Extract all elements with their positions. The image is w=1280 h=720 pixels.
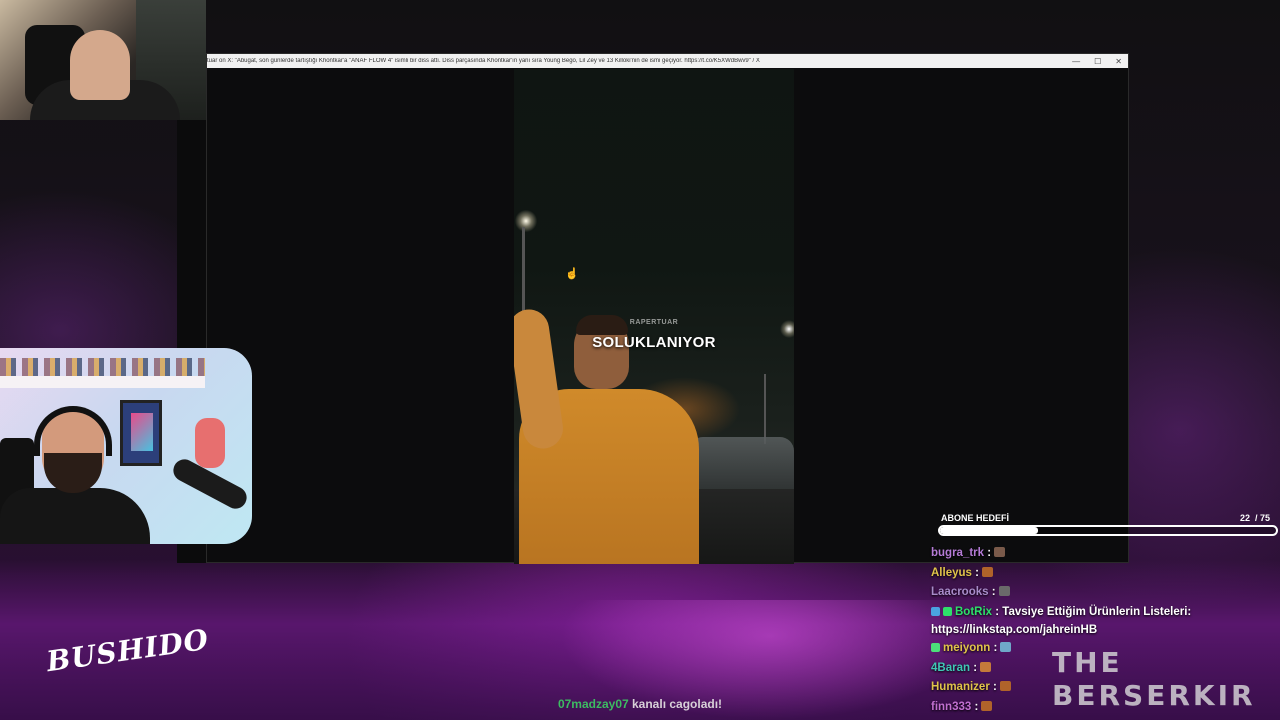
video-watermark: RAPERTUAR <box>629 319 679 326</box>
streamer-beard <box>44 453 102 493</box>
chat-link[interactable]: https://linkstap.com/jahreinHB <box>931 622 1231 639</box>
headset-icon <box>34 406 112 456</box>
notification-text: kanalı cagoladı! <box>628 697 723 711</box>
goal-header: ABONE HEDEFİ 22 / 75 <box>938 513 1278 523</box>
chat-separator: : <box>971 566 979 579</box>
chat-emote-icon <box>980 661 992 672</box>
streetlight-pole <box>522 227 525 317</box>
parked-cars <box>689 437 794 497</box>
chat-username[interactable]: bugra_trk <box>931 547 984 559</box>
hand-cursor-icon: ☝ <box>565 268 579 280</box>
subscriber-goal: ABONE HEDEFİ 22 / 75 <box>938 513 1278 536</box>
chat-message: Alleyus : <box>931 564 1231 584</box>
chat-message: Laacrooks : <box>931 583 1231 603</box>
chat-emote-icon <box>994 547 1006 557</box>
chat-emote-icon <box>998 586 1010 596</box>
notification-nick: 07madzay07 <box>557 697 629 711</box>
window-titlebar[interactable]: tuar on X: "Abugat, son günlerde tartışt… <box>207 54 1128 68</box>
video-caption: SOLUKLANIYOR <box>592 334 716 351</box>
chat-message: 4Baran : <box>931 659 1231 679</box>
webcam-poster <box>120 400 162 466</box>
streamer-body <box>0 488 150 544</box>
minimize-button[interactable]: — <box>1072 57 1080 66</box>
chat-message: BotRix : Tavsiye Ettiğim Ürünlerin Liste… <box>931 603 1231 623</box>
chat-separator: : <box>989 681 997 693</box>
main-webcam <box>0 348 252 544</box>
webcam-shelf <box>0 376 205 388</box>
follow-notification: 07madzay07 kanalı cagoladı! <box>0 697 1280 711</box>
window-title: tuar on X: "Abugat, son günlerde tartışt… <box>207 58 760 64</box>
chat-emote-icon <box>981 566 993 577</box>
chat-separator: : <box>970 661 978 674</box>
chat-separator: : <box>990 642 998 654</box>
browser-window[interactable]: tuar on X: "Abugat, son günlerde tartışt… <box>206 53 1129 564</box>
chat-separator: : <box>988 586 996 598</box>
goal-progress-fill <box>940 527 1039 534</box>
webcam-person-head <box>70 30 130 100</box>
chat-badge-icon <box>943 606 952 616</box>
chat-emote-icon <box>999 681 1011 691</box>
maximize-button[interactable]: ☐ <box>1094 57 1101 66</box>
chat-username[interactable]: 4Baran <box>931 662 970 674</box>
chat-overlay: bugra_trk : Alleyus : Laacrooks : BotRix : … <box>931 544 1231 717</box>
goal-progress-bar <box>938 525 1278 536</box>
chat-separator: : <box>984 547 992 559</box>
streetlight-pole-2 <box>764 374 766 444</box>
chat-message: bugra_trk : <box>931 544 1231 564</box>
chat-username[interactable]: Laacrooks <box>931 586 989 598</box>
chat-username[interactable]: meiyonn <box>943 642 990 654</box>
close-button[interactable]: ✕ <box>1115 57 1122 66</box>
video-player[interactable]: RAPERTUAR SOLUKLANIYOR ☝ <box>514 69 794 564</box>
webcam-figure <box>195 418 225 468</box>
window-controls: — ☐ ✕ <box>1072 54 1122 68</box>
chat-emote-icon <box>1000 642 1012 652</box>
chat-text: Tavsiye Ettiğim Ürünlerin Listeleri: <box>999 605 1192 618</box>
goal-current: 22 <box>1239 513 1250 523</box>
chat-badge-icon <box>931 606 940 616</box>
chat-message: meiyonn : <box>931 639 1231 659</box>
chat-username[interactable]: Alleyus <box>931 567 972 579</box>
chat-username[interactable]: BotRix <box>955 606 992 618</box>
chat-message: Humanizer : <box>931 678 1231 698</box>
secondary-webcam <box>0 0 206 120</box>
goal-count: 22 / 75 <box>1240 513 1270 523</box>
goal-total: / 75 <box>1254 513 1270 523</box>
goal-label: ABONE HEDEFİ <box>941 513 1010 523</box>
chat-badge-icon <box>931 643 940 652</box>
chat-username[interactable]: Humanizer <box>931 681 990 693</box>
webcam-toys <box>0 358 205 378</box>
